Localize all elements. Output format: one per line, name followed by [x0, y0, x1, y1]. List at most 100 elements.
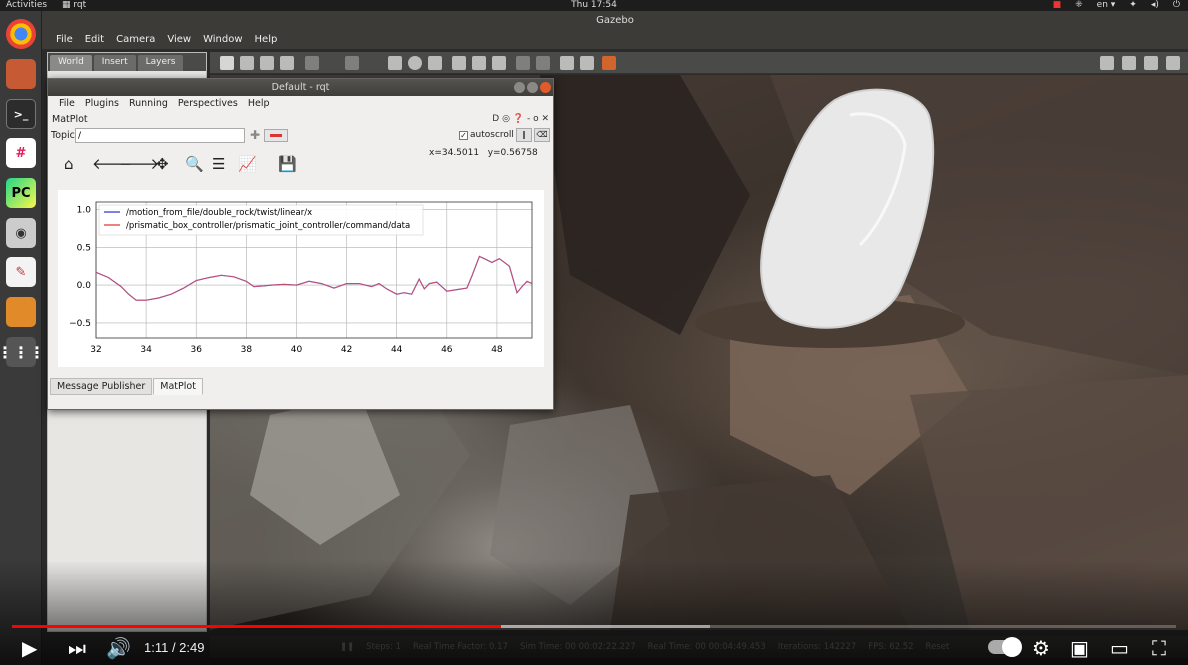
maximize-button[interactable] — [527, 82, 538, 93]
menu-view[interactable]: View — [161, 30, 197, 49]
rotate-mode-icon[interactable] — [260, 56, 274, 70]
pause-sim-icon[interactable]: ❚❚ — [340, 636, 354, 658]
play-icon[interactable]: ▶ — [22, 637, 37, 659]
next-icon[interactable]: ⏭ — [68, 637, 86, 659]
minimize-plugin-icon[interactable]: - — [527, 114, 530, 124]
record-icon[interactable]: ■ — [1053, 0, 1062, 11]
redo-icon[interactable] — [345, 56, 359, 70]
plot-canvas[interactable]: 32 34 36 38 40 42 44 46 48 1.0 0.5 0.0 −0.5/motion_f… — [58, 190, 544, 367]
system-tray[interactable]: ■ ⁜ en ▾ ✦ ◂) ⏻ — [1053, 0, 1180, 11]
spot-light-icon[interactable] — [472, 56, 486, 70]
clear-button[interactable]: ⌫ — [534, 128, 550, 142]
fps-label: FPS: — [868, 642, 887, 652]
edit-curves-icon[interactable]: 📈 — [238, 157, 257, 172]
translate-mode-icon[interactable] — [240, 56, 254, 70]
screenshot-icon[interactable] — [1100, 56, 1114, 70]
power-icon[interactable]: ⏻ — [1173, 0, 1180, 11]
change-view-icon[interactable] — [602, 56, 616, 70]
snap-icon[interactable] — [580, 56, 594, 70]
topic-input[interactable] — [75, 128, 245, 143]
cursor-y: y=0.56758 — [487, 148, 538, 158]
zoom-icon[interactable]: 🔍 — [185, 157, 204, 172]
directional-light-icon[interactable] — [492, 56, 506, 70]
pause-button[interactable]: ‖ — [516, 128, 532, 142]
fps-value: 62.52 — [889, 642, 914, 652]
tab-message-publisher[interactable]: Message Publisher — [50, 378, 153, 395]
video-record-icon[interactable] — [1166, 56, 1180, 70]
copy-icon[interactable] — [516, 56, 530, 70]
menu-file[interactable]: File — [50, 30, 79, 49]
rqt-title-bar[interactable]: Default - rqt — [48, 79, 553, 96]
volume-icon[interactable]: 🔊 — [106, 637, 131, 659]
video-progress-bar[interactable] — [12, 625, 1176, 628]
camera-icon[interactable]: ◉ — [6, 218, 36, 248]
scale-mode-icon[interactable] — [280, 56, 294, 70]
autoplay-toggle[interactable] — [988, 637, 1022, 657]
log-icon[interactable] — [1122, 56, 1136, 70]
tab-insert[interactable]: Insert — [93, 55, 136, 71]
close-button[interactable] — [540, 82, 551, 93]
select-mode-icon[interactable] — [220, 56, 234, 70]
app-menu[interactable]: ▦ rqt — [62, 0, 86, 11]
pycharm-icon[interactable]: PC — [6, 178, 36, 208]
network-icon[interactable]: ⁜ — [1075, 0, 1083, 11]
minimize-button[interactable] — [514, 82, 525, 93]
paste-icon[interactable] — [536, 56, 550, 70]
plugin-controls[interactable]: D ◎ ❓ - o ✕ — [492, 112, 549, 127]
miniplayer-icon[interactable]: ▣ — [1070, 637, 1089, 659]
menu-help[interactable]: Help — [249, 30, 284, 49]
home-icon[interactable]: ⌂ — [64, 157, 74, 172]
tab-matplot[interactable]: MatPlot — [153, 378, 203, 395]
volume-icon[interactable]: ◂) — [1151, 0, 1159, 11]
rqt-menu-running[interactable]: Running — [124, 96, 173, 112]
rqt-menu-plugins[interactable]: Plugins — [80, 96, 124, 112]
rqt-menu-file[interactable]: File — [54, 96, 80, 112]
tab-world[interactable]: World — [50, 55, 92, 71]
language-indicator[interactable]: en ▾ — [1097, 0, 1116, 11]
books-icon[interactable] — [6, 297, 36, 327]
help-icon[interactable]: ❓ — [513, 114, 524, 124]
cylinder-shape-icon[interactable] — [428, 56, 442, 70]
ubuntu-top-bar: Activities ▦ rqt Thu 17:54 ■ ⁜ en ▾ ✦ ◂)… — [0, 0, 1188, 11]
clock[interactable]: Thu 17:54 — [571, 0, 617, 11]
menu-edit[interactable]: Edit — [79, 30, 110, 49]
menu-window[interactable]: Window — [197, 30, 248, 49]
text-editor-icon[interactable]: ✎ — [6, 257, 36, 287]
chrome-icon[interactable] — [6, 19, 36, 49]
activities-button[interactable]: Activities — [6, 0, 47, 11]
float-plugin-icon[interactable]: o — [533, 114, 539, 124]
show-apps-icon[interactable]: ⋮⋮⋮ — [0, 337, 45, 367]
accessibility-icon[interactable]: ✦ — [1129, 0, 1137, 11]
files-icon[interactable] — [6, 59, 36, 89]
add-topic-icon[interactable]: ✚ — [248, 129, 262, 142]
white-rock-model[interactable] — [760, 88, 935, 329]
theater-mode-icon[interactable]: ▭ — [1110, 637, 1129, 659]
steps-label: Steps: — [366, 642, 393, 652]
forward-arrow-icon[interactable]: 🡒 — [119, 157, 159, 172]
terminal-icon[interactable]: >_ — [6, 99, 36, 129]
rqt-menu-perspectives[interactable]: Perspectives — [173, 96, 243, 112]
align-icon[interactable] — [560, 56, 574, 70]
dock-icon[interactable]: D — [492, 114, 499, 124]
save-icon[interactable]: 💾 — [278, 157, 297, 172]
menu-camera[interactable]: Camera — [110, 30, 161, 49]
pan-icon[interactable]: ✥ — [156, 157, 169, 172]
sphere-shape-icon[interactable] — [408, 56, 422, 70]
plot-icon[interactable] — [1144, 56, 1158, 70]
point-light-icon[interactable] — [452, 56, 466, 70]
played-bar — [12, 625, 501, 628]
box-shape-icon[interactable] — [388, 56, 402, 70]
autoscroll-checkbox[interactable]: ✓ autoscroll — [459, 130, 514, 140]
slack-icon[interactable]: # — [6, 138, 36, 168]
rqt-menu-help[interactable]: Help — [243, 96, 275, 112]
fullscreen-icon[interactable]: ⛶ — [1152, 637, 1166, 659]
tab-layers[interactable]: Layers — [137, 55, 184, 71]
reload-icon[interactable]: ◎ — [502, 114, 510, 124]
undo-icon[interactable] — [305, 56, 319, 70]
configure-subplots-icon[interactable]: ☰ — [212, 157, 225, 172]
grid-icon: ▦ — [62, 0, 74, 10]
close-plugin-icon[interactable]: ✕ — [541, 114, 549, 124]
reset-time-button[interactable]: Reset — [926, 636, 950, 658]
remove-topic-button[interactable] — [264, 129, 288, 142]
settings-gear-icon[interactable]: ⚙ — [1032, 637, 1050, 659]
